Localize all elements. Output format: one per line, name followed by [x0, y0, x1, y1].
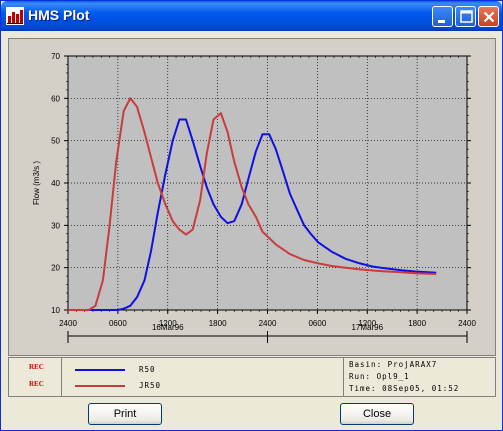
basin-info: Basin: ProjARAX7	[349, 360, 438, 369]
window-title: HMS Plot	[28, 7, 90, 23]
legend-line-r50	[75, 369, 125, 371]
legend-label-r50: R50	[139, 365, 156, 374]
x-tick-labels: 2400 0600 1200 1800 2400 0600 1200 1800 2400	[59, 319, 476, 328]
y-tick-label: 30	[51, 221, 60, 230]
hydrograph-chart: 2400 0600 1200 1800 2400 0600 1200 1800 2400 102…	[32, 52, 476, 343]
plot-panel: 2400 0600 1200 1800 2400 0600 1200 1800 2400 10 2…	[8, 38, 496, 356]
minimize-icon	[438, 20, 445, 23]
legend-divider	[61, 358, 62, 396]
print-button[interactable]: Print	[88, 403, 162, 425]
y-tick-label: 20	[51, 264, 60, 273]
legend-panel: REC REC R50 JR50 Basin: ProjARAX7 Run: O…	[8, 357, 496, 397]
y-tick-labels: 10 20 30 40 50 60 70	[51, 52, 60, 315]
x-tick-label: 2400	[458, 319, 476, 328]
close-icon	[483, 11, 495, 23]
x-tick-label: 2400	[59, 319, 77, 328]
close-window-button[interactable]	[478, 6, 499, 27]
y-tick-label: 50	[51, 137, 60, 146]
maximize-icon	[460, 10, 473, 23]
x-tick-label: 0600	[109, 319, 127, 328]
hms-plot-window: HMS Plot 2400 0600 1200 1800 2400 0600 120	[0, 0, 503, 431]
y-axis-label: Flow (m3/s )	[32, 161, 41, 205]
y-tick-label: 70	[51, 52, 60, 61]
time-info: Time: 08Sep05, 01:52	[349, 384, 460, 393]
x-tick-label: 0600	[308, 319, 326, 328]
minimize-button[interactable]	[432, 6, 453, 27]
run-info: Run: Opl9_1	[349, 372, 410, 381]
x-tick-label: 1800	[408, 319, 426, 328]
x-tick-label: 2400	[259, 319, 277, 328]
date-label: 17Mar96	[351, 323, 383, 332]
x-tick-label: 1800	[209, 319, 227, 328]
legend-line-jr50	[75, 385, 125, 387]
y-tick-label: 60	[51, 94, 60, 103]
legend-tag-1: REC	[29, 363, 44, 371]
close-button[interactable]: Close	[340, 403, 414, 425]
y-tick-label: 40	[51, 179, 60, 188]
y-tick-label: 10	[51, 306, 60, 315]
title-bar[interactable]: HMS Plot	[1, 1, 502, 31]
date-label: 16Mar96	[152, 323, 184, 332]
legend-tag-2: REC	[29, 380, 44, 388]
info-divider	[343, 358, 344, 396]
legend-label-jr50: JR50	[139, 381, 162, 390]
app-icon	[6, 7, 24, 25]
maximize-button[interactable]	[455, 6, 476, 27]
